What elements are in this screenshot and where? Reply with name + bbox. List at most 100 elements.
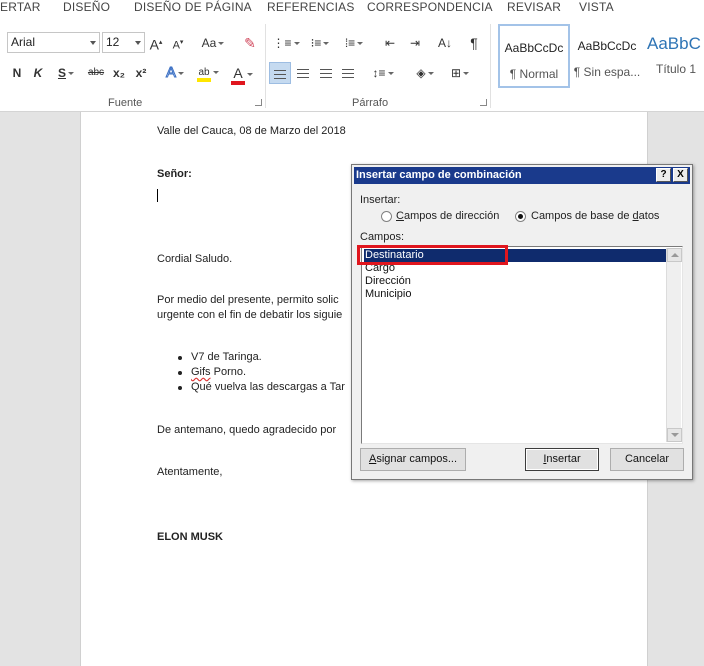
radio-database-label[interactable]: Campos de base de datos [531,210,659,222]
superscript-button[interactable]: x² [132,62,150,84]
increase-indent-button[interactable]: ⇥ [405,32,425,54]
justify-button[interactable] [337,62,359,84]
sign-off: Atentamente, [157,466,223,478]
align-right-button[interactable] [315,62,337,84]
list-item-text: Qué vuelva las descargas a Tar [191,381,345,393]
radio-address-fields[interactable] [381,211,392,222]
list-item-text: V7 de Taringa. [191,351,262,363]
radio-database-fields[interactable] [515,211,526,222]
highlight-button[interactable]: ab [194,62,222,84]
underline-button[interactable]: S [54,62,78,84]
paragraph-group-label: Párrafo [352,97,389,109]
decrease-indent-button[interactable]: ⇤ [380,32,400,54]
style-name: ¶ Sin espa... [573,65,641,79]
chevron-down-icon [135,41,141,45]
show-marks-button[interactable]: ¶ [465,32,483,54]
fields-label: Campos: [360,231,405,243]
underline-icon: S [57,66,66,80]
close-button[interactable]: X [673,168,688,182]
salutation: Señor: [157,168,192,180]
style-preview: AaBbCcDc [504,41,564,55]
tab-diseno-de-pagina[interactable]: DISEÑO DE PÁGINA [134,0,252,14]
list-item-cargo[interactable]: Cargo [364,262,395,275]
paint-bucket-icon: ◈ [416,66,426,80]
cancel-button[interactable]: Cancelar [610,448,684,471]
align-right-icon [320,69,332,78]
align-left-button[interactable] [269,62,291,84]
font-size-combo[interactable]: 12 [102,32,145,53]
tab-diseno[interactable]: DISEÑO [63,0,110,14]
align-center-button[interactable] [292,62,314,84]
subscript-button[interactable]: x₂ [110,62,128,84]
bold-button[interactable]: N [9,62,25,84]
misspelled-word[interactable]: Gifs [191,366,211,378]
italic-button[interactable]: K [30,62,46,84]
tab-insertar[interactable]: ERTAR [0,0,41,14]
change-case-button[interactable]: Aa [198,32,228,54]
insert-label: Insertar: [360,194,401,206]
font-group-label: Fuente [108,97,143,109]
tab-revisar[interactable]: REVISAR [507,0,561,14]
body-line-1: Por medio del presente, permito solic [157,294,339,306]
tab-correspondencia[interactable]: CORRESPONDENCIA [367,0,493,14]
bullets-button[interactable]: ⋮≡ [272,32,300,54]
radio-address-label[interactable]: Campos de dirección [396,210,499,222]
justify-icon [342,69,354,78]
style-sin-espaciado[interactable]: AaBbCcDc ¶ Sin espa... [571,24,643,88]
help-button[interactable]: ? [656,168,671,182]
font-color-icon: A [231,65,245,85]
bullet-dot [178,371,182,375]
font-dialog-launcher[interactable] [255,99,262,106]
grow-font-button[interactable]: A▴ [148,32,164,54]
bullets-icon: ⋮≡ [272,36,292,50]
font-color-button[interactable]: A [228,62,256,85]
list-item-municipio[interactable]: Municipio [364,288,411,301]
list-item: Gifs Porno. [191,366,246,378]
style-titulo-1[interactable]: AaBbC Título 1 [644,24,704,88]
grow-font-icon: A [149,36,159,53]
fields-scrollbar[interactable] [666,248,682,442]
insert-button[interactable]: Insertar [525,448,599,471]
style-normal[interactable]: AaBbCcDc ¶ Normal [498,24,570,88]
insert-merge-field-dialog: Insertar campo de combinación ? X Insert… [351,164,693,480]
sort-icon: A↓ [437,36,452,50]
list-item: V7 de Taringa. [191,351,262,363]
outdent-icon: ⇤ [384,36,396,50]
dialog-title-bar[interactable]: Insertar campo de combinación ? X [354,167,690,184]
styles-gallery: AaBbCcDc ¶ Normal AaBbCcDc ¶ Sin espa...… [495,24,704,88]
text-effects-icon: A [165,64,176,82]
tab-vista[interactable]: VISTA [579,0,614,14]
line-spacing-button[interactable]: ↕≡ [368,62,398,84]
borders-icon: ⊞ [450,66,462,80]
strikethrough-button[interactable]: abc [85,62,107,84]
style-name: Título 1 [656,62,697,76]
fields-listbox[interactable]: Destinatario Cargo Dirección Municipio [361,246,683,444]
font-name-combo[interactable]: Arial [7,32,100,53]
eraser-icon: ✎ [244,35,256,51]
chevron-down-icon [90,41,96,45]
scroll-up-icon[interactable] [667,248,682,262]
borders-button[interactable]: ⊞ [445,62,475,84]
indent-icon: ⇥ [409,36,421,50]
list-item-text: Porno. [210,366,247,378]
assign-fields-button[interactable]: Asignar campos... [360,448,466,471]
tab-referencias[interactable]: REFERENCIAS [267,0,355,14]
clear-formatting-button[interactable]: ✎ [240,32,260,54]
shading-button[interactable]: ◈ [410,62,440,84]
line-spacing-icon: ↕≡ [372,66,386,80]
scroll-down-icon[interactable] [667,428,682,442]
shrink-font-button[interactable]: A▾ [170,32,186,54]
numbering-button[interactable]: ⁝≡ [306,32,334,54]
list-item-destinatario[interactable]: Destinatario [364,249,666,262]
paragraph-dialog-launcher[interactable] [480,99,487,106]
closing-line: De antemano, quedo agradecido por [157,424,337,436]
multilevel-list-button[interactable]: ⁞≡ [340,32,368,54]
pilcrow-icon: ¶ [470,35,478,51]
align-left-icon [274,70,286,79]
text-effects-button[interactable]: A [162,62,188,84]
bullet-dot [178,386,182,390]
style-preview: AaBbC [647,34,701,53]
sort-button[interactable]: A↓ [435,32,455,54]
list-item-direccion[interactable]: Dirección [364,275,411,288]
align-center-icon [297,69,309,78]
